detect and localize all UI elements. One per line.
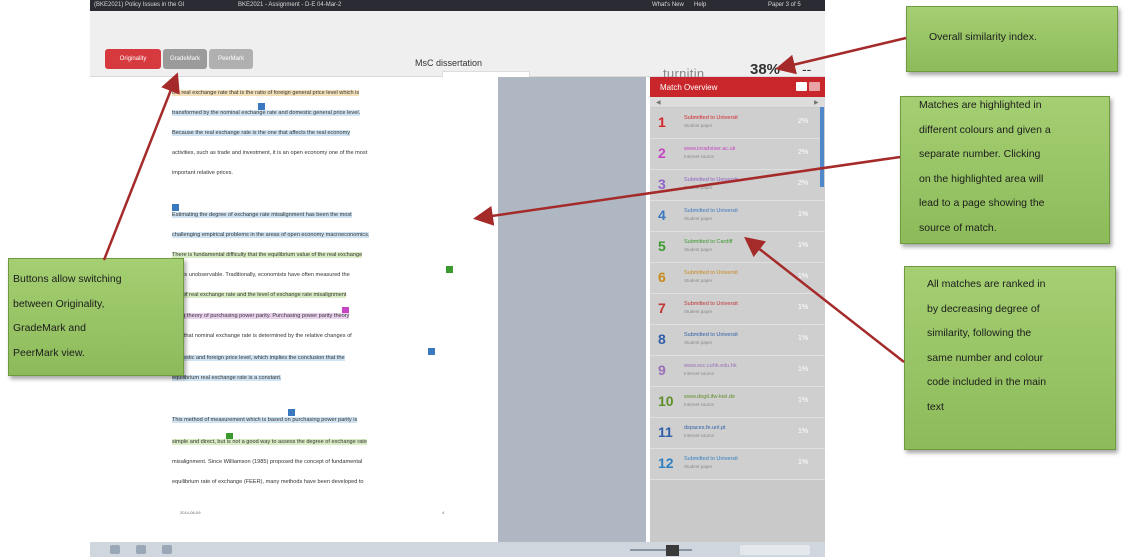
arrow-to-match-list xyxy=(744,236,905,363)
arrow-to-highlight xyxy=(473,155,901,226)
arrow-to-mode-buttons xyxy=(102,72,180,261)
annotation-arrows xyxy=(102,36,907,363)
arrow-to-similarity xyxy=(775,36,907,75)
